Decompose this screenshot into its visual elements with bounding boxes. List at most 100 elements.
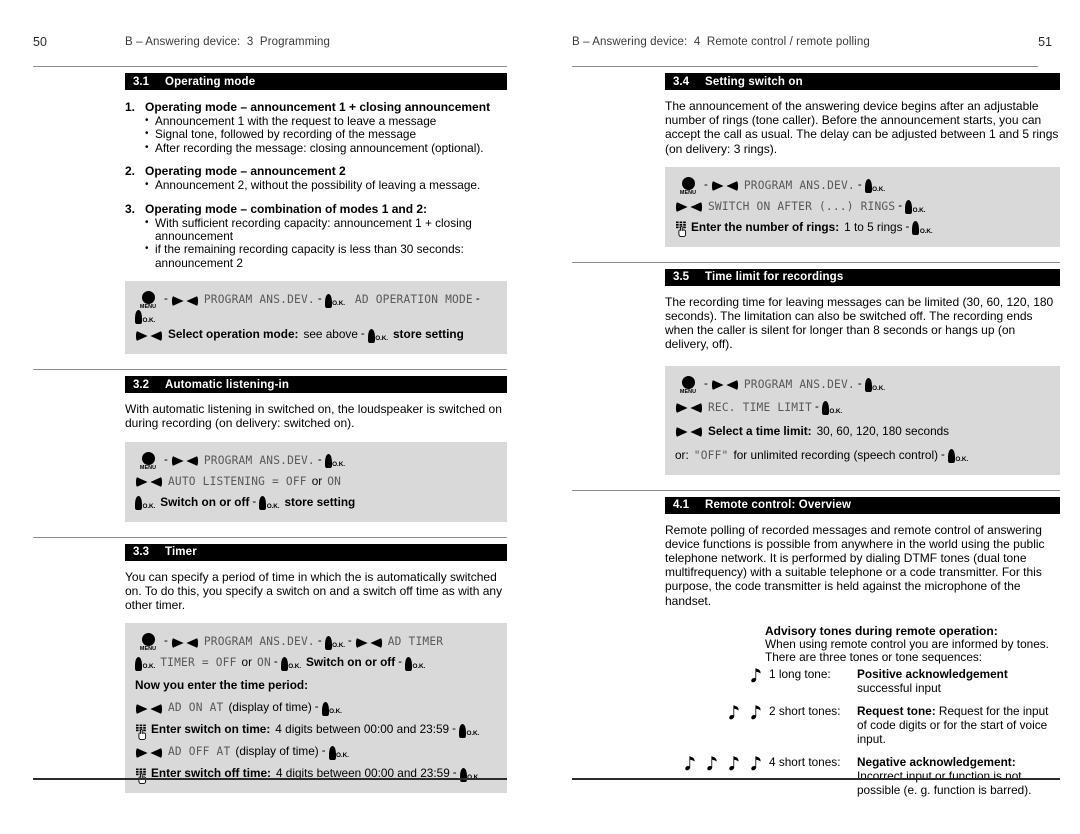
lcd-text: PROGRAM ANS.DEV. [743,178,855,192]
ok-key-icon[interactable]: O.K. [280,656,301,671]
bullet: Signal tone, followed by recording of th… [145,127,507,141]
instruction-line: Enter the number of rings: 1 to 5 rings … [675,218,1050,238]
menu-key-label: MENU [139,464,157,471]
ok-key-icon[interactable]: O.K. [367,328,388,343]
advisory-intro: When using remote control you are inform… [765,636,1049,665]
menu-key-icon[interactable]: MENU [675,176,701,196]
left-right-rocker-key-icon[interactable] [711,379,739,391]
action-label: Switch on or off [306,655,396,670]
left-right-rocker-key-icon[interactable] [171,295,199,307]
instruction-line: Select operation mode: see above - O.K. … [135,325,497,344]
left-right-rocker-key-icon[interactable] [711,180,739,192]
section-number-3-1: 3.1 [133,75,149,88]
lcd-text: AD OFF AT [168,745,231,759]
lcd-text: ON [257,656,271,670]
music-note-icon [750,667,763,684]
ok-key-label: O.K. [142,316,156,324]
left-right-rocker-key-icon[interactable] [135,703,163,715]
ok-key-icon[interactable]: O.K. [912,221,933,236]
ok-key-label: O.K. [872,384,885,392]
section-number-3-4: 3.4 [673,75,689,88]
music-note-icon [728,704,741,721]
subheading: Now you enter the time period: [135,678,309,693]
ok-key-icon[interactable]: O.K. [947,449,968,464]
separator: - [164,635,168,648]
lcd-text: AD TIMER [387,635,444,649]
section-bar-3-2: 3.2 Automatic listening-in [125,376,507,394]
left-right-rocker-key-icon[interactable] [171,455,199,467]
ok-key-icon[interactable]: O.K. [321,701,342,716]
ok-key-icon[interactable]: O.K. [905,200,926,215]
right-footer-rule [572,778,1060,780]
alternative-prefix: or: [675,447,689,462]
note: (display of time) [228,700,312,715]
keypad-finger-icon[interactable] [135,724,149,740]
tone-desc-bold: Positive acknowledgement [857,667,1008,682]
left-right-rocker-key-icon[interactable] [355,637,383,649]
left-right-rocker-key-icon[interactable] [675,426,703,438]
instruction-line: Enter switch on time: 4 digits between 0… [135,720,497,740]
ok-key-icon[interactable]: O.K. [135,656,155,671]
separator: - [314,701,319,714]
ok-key-icon[interactable]: O.K. [324,293,345,308]
ok-key-icon[interactable]: O.K. [404,656,425,671]
separator: - [398,656,402,669]
keypad-finger-icon[interactable] [675,221,689,238]
ok-key-icon[interactable]: O.K. [135,310,156,325]
keypad-finger-icon[interactable] [135,768,149,784]
menu-key-icon[interactable]: MENU [675,375,701,395]
music-note-icon [750,704,763,721]
left-right-rocker-key-icon[interactable] [675,402,703,414]
section-number-4-1: 4.1 [673,499,689,512]
music-note-icon [728,755,741,772]
action-note: 4 digits between 00:00 and 23:59 [275,722,450,737]
section-bar-3-4: 3.4 Setting switch on [665,73,1060,90]
separator: - [317,635,322,648]
menu-key-label: MENU [139,646,157,653]
separator: - [347,635,352,648]
ok-key-icon[interactable]: O.K. [458,723,479,738]
left-right-rocker-key-icon[interactable] [135,747,163,759]
ok-key-icon[interactable]: O.K. [324,454,345,469]
instruction-line: MENU - PROGRAM ANS.DEV. - O.K. AD OPERAT… [135,290,497,325]
list-item: 3. Operating mode – combination of modes… [125,202,507,271]
section-number-3-5: 3.5 [673,271,689,284]
instruction-line: SWITCH ON AFTER (...) RINGS - O.K. [675,197,1050,216]
ok-key-icon[interactable]: O.K. [328,745,349,760]
ok-key-icon[interactable]: O.K. [135,496,156,511]
section-title-3-3: Timer [165,546,197,559]
left-right-rocker-key-icon[interactable] [171,637,199,649]
section-title-3-4: Setting switch on [705,75,803,88]
ok-key-icon[interactable]: O.K. [324,635,345,650]
item-heading: Operating mode – announcement 1 + closin… [145,100,491,114]
left-page-column: 50 B – Answering device: 3 Programming 3… [0,0,540,834]
tone-desc-rest: successful input [857,681,941,696]
ok-key-icon[interactable]: O.K. [259,496,280,511]
action-label: Enter the number of rings: [691,219,840,234]
tone-count: 1 long tone: [769,667,831,682]
ok-key-label: O.K. [332,300,345,308]
ok-key-icon[interactable]: O.K. [864,378,885,393]
menu-key-icon[interactable]: MENU [135,451,161,471]
tone-notes-group [665,755,769,772]
action-note: see above [303,327,358,342]
lcd-text: "OFF" [693,448,729,462]
ok-key-label: O.K. [912,206,926,214]
advisory-tones-block: Advisory tones during remote operation: … [685,624,1060,797]
tone-notes-group [665,667,769,684]
ok-key-icon[interactable]: O.K. [821,401,843,416]
action-label: Select operation mode: [168,327,299,342]
menu-key-icon[interactable]: MENU [135,633,161,652]
section-title-3-2: Automatic listening-in [165,378,290,391]
ok-key-label: O.K. [142,502,156,510]
lcd-text: PROGRAM ANS.DEV. [203,635,315,649]
ok-key-label: O.K. [829,407,843,415]
paragraph: The announcement of the answering device… [665,99,1059,156]
ok-key-icon[interactable]: O.K. [864,179,885,194]
ok-key-label: O.K. [919,227,933,235]
menu-key-icon[interactable]: MENU [135,291,161,310]
left-right-rocker-key-icon[interactable] [135,476,163,488]
conjunction: or [241,655,253,670]
left-right-rocker-key-icon[interactable] [675,201,703,213]
left-right-rocker-key-icon[interactable] [135,330,163,342]
